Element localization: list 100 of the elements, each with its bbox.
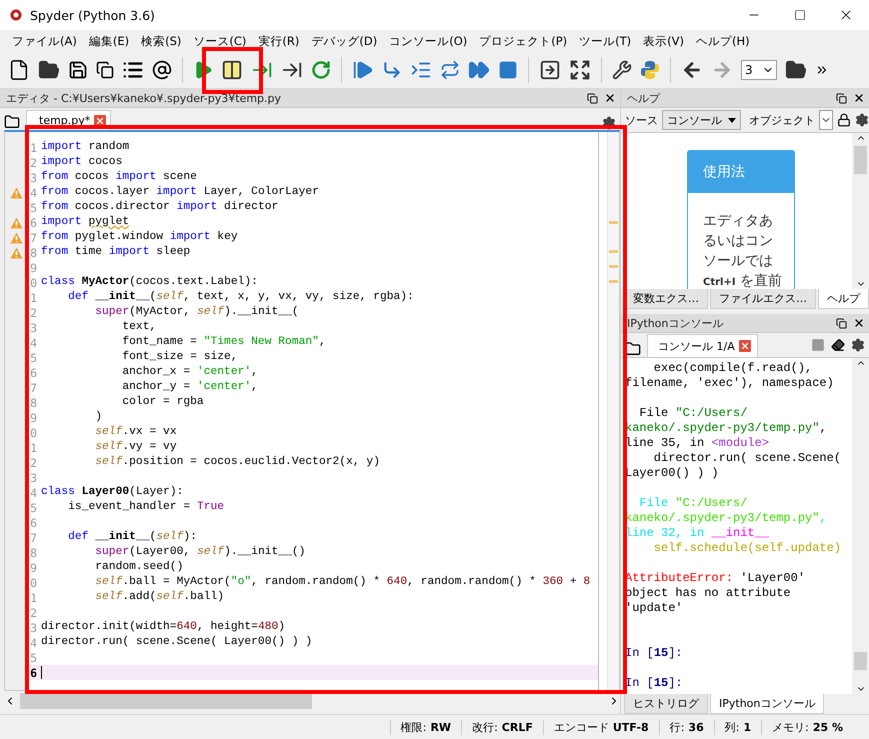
step-forward-icon[interactable] bbox=[352, 59, 374, 81]
warning-marker bbox=[609, 264, 618, 268]
corner-arrow-icon[interactable] bbox=[382, 60, 402, 80]
repeat-icon[interactable] bbox=[440, 60, 460, 80]
console-tab[interactable]: コンソール 1/A bbox=[647, 334, 758, 357]
folder-open-icon[interactable] bbox=[38, 59, 60, 81]
directory-combo[interactable]: 3 bbox=[741, 60, 777, 80]
code-line: class MyActor(cocos.text.Label): bbox=[41, 275, 258, 290]
line-number: 3 bbox=[29, 170, 37, 184]
console-line: self.schedule(self.update) bbox=[652, 541, 842, 556]
code-line: import random bbox=[41, 140, 130, 155]
menu-item[interactable]: コンソール(O) bbox=[383, 34, 474, 48]
eraser-icon[interactable] bbox=[831, 338, 845, 352]
line-number: 4 bbox=[29, 186, 37, 200]
line-number: 2 bbox=[29, 606, 37, 620]
menu-item[interactable]: 表示(V) bbox=[637, 34, 690, 48]
close-icon[interactable] bbox=[853, 317, 865, 329]
line-number: 0 bbox=[29, 426, 37, 440]
window-title: Spyder (Python 3.6) bbox=[30, 8, 156, 22]
caret-icon bbox=[728, 118, 736, 122]
undock-icon[interactable] bbox=[836, 318, 847, 328]
lock-icon[interactable] bbox=[837, 113, 851, 127]
line-number: 1 bbox=[29, 440, 37, 454]
console-line: 'update' bbox=[625, 601, 684, 616]
maximize-icon[interactable] bbox=[794, 9, 806, 21]
line-number: 5 bbox=[29, 500, 37, 514]
scrollbar-thumb[interactable] bbox=[854, 652, 867, 670]
menu-item[interactable]: 編集(E) bbox=[82, 34, 136, 48]
console-line: kaneko/.spyder-py3/temp.py", bbox=[625, 421, 828, 436]
expand-icon[interactable] bbox=[569, 59, 591, 81]
pane-tab[interactable]: IPythonコンソール bbox=[710, 694, 824, 714]
code-line: super(MyActor, self).__init__( bbox=[94, 305, 299, 320]
pane-tab[interactable]: ヘルプ bbox=[818, 289, 869, 309]
console-line: filename, 'exec'), namespace) bbox=[625, 376, 835, 391]
pane-title: ヘルプ bbox=[627, 90, 662, 106]
line-number: 9 bbox=[29, 560, 37, 574]
line-number: 7 bbox=[29, 380, 37, 394]
code-line: text, bbox=[121, 320, 156, 335]
undock-icon[interactable] bbox=[836, 92, 847, 104]
pane-tab[interactable]: 変数エクス… bbox=[624, 289, 708, 309]
console-line: director.run( scene.Scene( bbox=[652, 451, 842, 466]
object-select[interactable] bbox=[819, 110, 833, 130]
new-file-icon[interactable] bbox=[8, 59, 30, 81]
menu-item[interactable]: ヘルプ(H) bbox=[690, 34, 756, 48]
menu-item[interactable]: ソース(C) bbox=[187, 34, 252, 48]
code-line: font_name = "Times New Roman", bbox=[121, 335, 326, 350]
console-line: exec(compile(f.read(), bbox=[652, 361, 814, 376]
settings-icon[interactable] bbox=[851, 338, 865, 352]
line-number: 2 bbox=[29, 456, 37, 470]
code-line: from pyglet.window import key bbox=[41, 230, 238, 245]
settings-icon[interactable] bbox=[602, 116, 616, 130]
folder-icon[interactable] bbox=[625, 341, 641, 357]
line-number: 7 bbox=[29, 530, 37, 544]
at-sign-icon[interactable] bbox=[152, 60, 172, 80]
line-number: 0 bbox=[29, 576, 37, 590]
line-number: 3 bbox=[29, 320, 37, 334]
close-icon[interactable] bbox=[853, 92, 865, 104]
code-line: random.seed() bbox=[94, 560, 184, 575]
wrench-icon[interactable] bbox=[612, 60, 632, 80]
logo-icon[interactable] bbox=[640, 60, 660, 80]
rotate-icon[interactable] bbox=[311, 60, 331, 80]
menu-item[interactable]: デバッグ(D) bbox=[305, 34, 384, 48]
code-line: is_event_handler = True bbox=[67, 500, 224, 515]
menu-item[interactable]: ファイル(A) bbox=[6, 34, 83, 48]
status-item: 権限: RW bbox=[390, 720, 462, 734]
line-number: 4 bbox=[29, 336, 37, 350]
console-line: In [15]: bbox=[625, 676, 684, 691]
settings-icon[interactable] bbox=[855, 113, 869, 127]
scrollbar-thumb[interactable] bbox=[854, 146, 867, 174]
console-line: In [15]: bbox=[625, 646, 684, 661]
scrollbar-thumb[interactable] bbox=[20, 693, 312, 709]
menu-item[interactable]: ツール(T) bbox=[573, 34, 638, 48]
line-number: 9 bbox=[29, 410, 37, 424]
code-line: import cocos bbox=[41, 155, 122, 170]
line-number: 5 bbox=[29, 650, 37, 664]
line-number: 4 bbox=[29, 486, 37, 500]
columns-icon[interactable] bbox=[221, 59, 243, 81]
source-select[interactable]: コンソール bbox=[662, 110, 741, 130]
pane-tab[interactable]: ヒストリログ bbox=[624, 694, 708, 714]
save-icon[interactable] bbox=[68, 60, 88, 80]
console-line: line 35, in <module> bbox=[625, 436, 770, 451]
stop-icon[interactable] bbox=[498, 60, 518, 80]
line-number: 6 bbox=[29, 216, 37, 230]
line-number: 3 bbox=[29, 470, 37, 484]
fast-forward-icon[interactable] bbox=[468, 59, 490, 81]
pane-tab[interactable]: ファイルエクス… bbox=[710, 289, 816, 309]
console-line: File "C:/Users/ bbox=[638, 406, 748, 421]
copy-icon[interactable] bbox=[96, 61, 114, 79]
menu-item[interactable]: プロジェクト(P) bbox=[473, 34, 574, 48]
close-icon[interactable] bbox=[604, 92, 616, 104]
menu-item[interactable]: 検索(S) bbox=[135, 34, 188, 48]
undock-icon[interactable] bbox=[587, 92, 598, 104]
menu-item[interactable]: 実行(R) bbox=[252, 34, 306, 48]
folder-open-icon[interactable] bbox=[785, 59, 807, 81]
folder-icon[interactable] bbox=[4, 114, 20, 130]
code-line: from cocos import scene bbox=[41, 170, 197, 185]
console-line: Layer00() ) ) bbox=[625, 466, 720, 481]
line-number: 8 bbox=[29, 546, 37, 560]
console-line: kaneko/.spyder-py3/temp.py", bbox=[625, 511, 828, 526]
code-line: anchor_x = 'center', bbox=[121, 365, 258, 380]
